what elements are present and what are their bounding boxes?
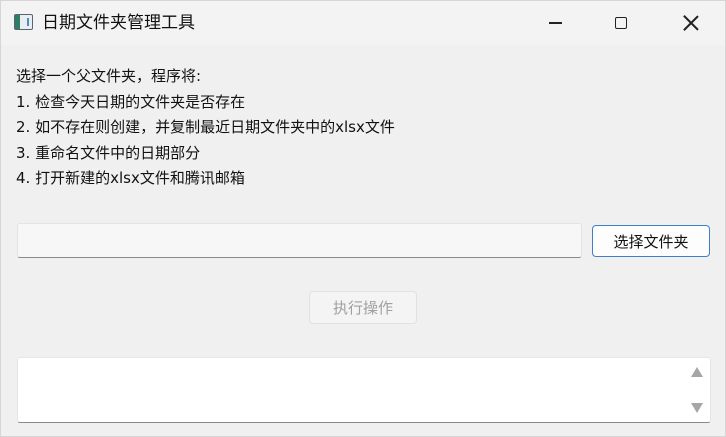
app-window: 日期文件夹管理工具 选择一个父文件夹，程序将: 1. 检查今天日期的文件夹是否存… [0,0,726,437]
close-button[interactable] [668,1,714,45]
close-icon [683,15,699,31]
window-title: 日期文件夹管理工具 [42,13,195,33]
select-folder-button[interactable]: 选择文件夹 [592,225,710,257]
instruction-line: 2. 如不存在则创建，并复制最近日期文件夹中的xlsx文件 [16,118,395,136]
execute-button[interactable]: 执行操作 [309,291,417,324]
folder-app-icon [14,14,33,30]
scroll-up-icon[interactable] [691,367,703,377]
instruction-line: 选择一个父文件夹，程序将: [16,67,202,85]
minimize-button[interactable] [532,1,578,45]
instruction-line: 1. 检查今天日期的文件夹是否存在 [16,92,246,111]
log-output[interactable] [17,357,711,423]
title-bar[interactable]: 日期文件夹管理工具 [1,1,725,45]
scroll-down-icon[interactable] [691,403,703,413]
log-scrollbar[interactable] [684,358,710,422]
instruction-line: 3. 重命名文件中的日期部分 [16,143,201,162]
minimize-icon [548,22,562,24]
instructions-text: 选择一个父文件夹，程序将: 1. 检查今天日期的文件夹是否存在 2. 如不存在则… [16,64,395,192]
maximize-button[interactable] [598,1,644,45]
maximize-icon [615,17,627,29]
folder-path-input[interactable] [17,223,582,258]
instruction-line: 4. 打开新建的xlsx文件和腾讯邮箱 [16,169,245,187]
